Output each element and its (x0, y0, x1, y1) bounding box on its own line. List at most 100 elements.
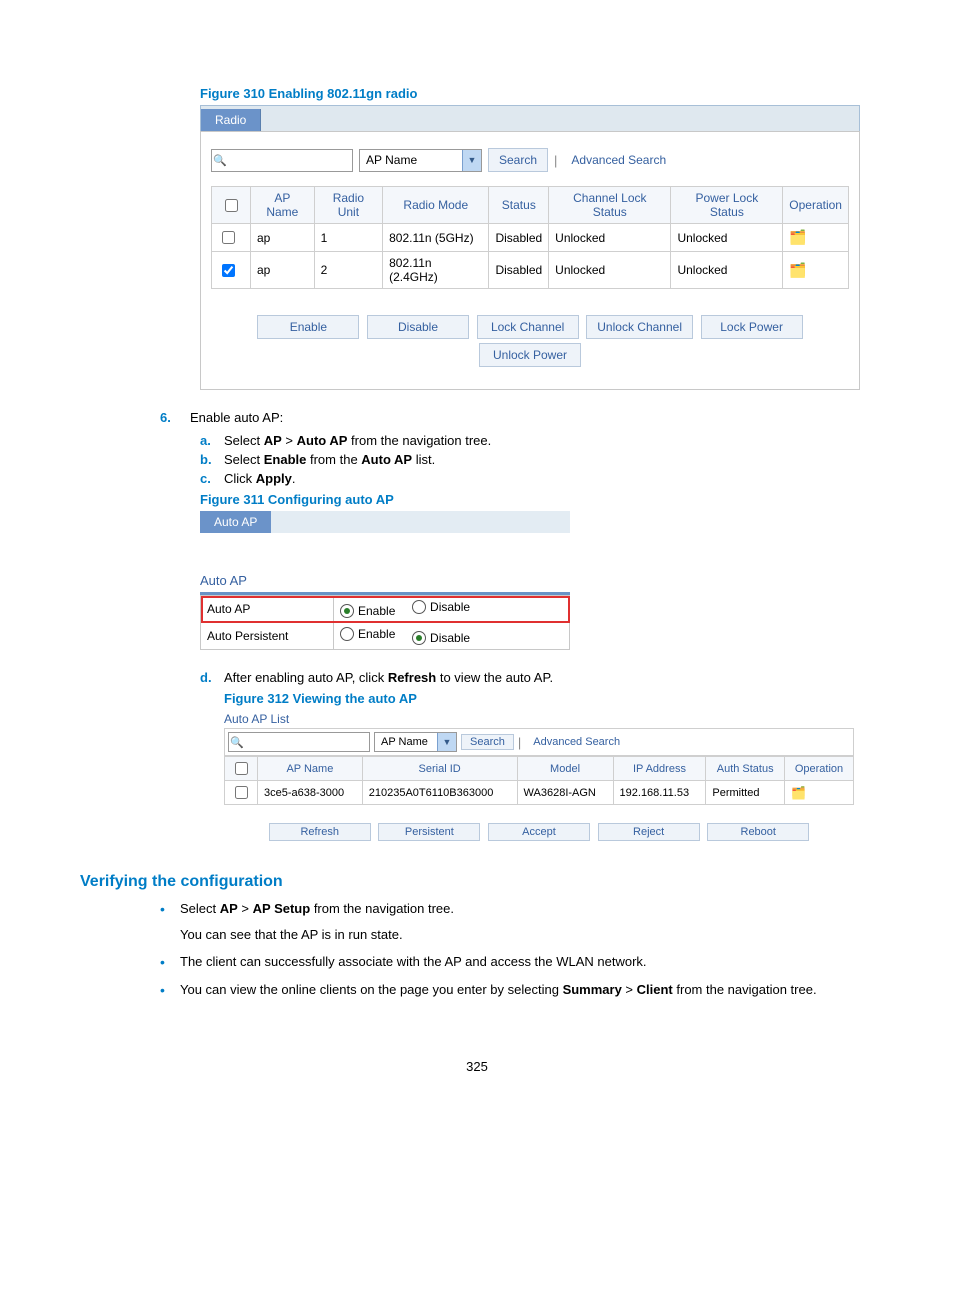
table-row: ap 2 802.11n (2.4GHz) Disabled Unlocked … (212, 252, 849, 289)
reject-button[interactable]: Reject (598, 823, 700, 841)
verify-bullet: The client can successfully associate wi… (160, 952, 874, 972)
search-input[interactable]: 🔍 (228, 732, 370, 752)
step-number: 6. (160, 410, 190, 425)
th-model: Model (517, 757, 613, 781)
auto-persistent-disable-radio[interactable]: Disable (412, 631, 470, 645)
accept-button[interactable]: Accept (488, 823, 590, 841)
table-row: ap 1 802.11n (5GHz) Disabled Unlocked Un… (212, 224, 849, 252)
auto-ap-table: Auto AP Enable Disable Auto Persistent E… (200, 595, 570, 650)
verify-bullet: You can view the online clients on the p… (160, 980, 874, 1000)
separator: | (518, 735, 521, 750)
lock-channel-button[interactable]: Lock Channel (477, 315, 579, 339)
tab-radio[interactable]: Radio (201, 109, 261, 131)
cell-channellock: Unlocked (549, 224, 671, 252)
th-operation: Operation (783, 187, 849, 224)
th-radio-mode: Radio Mode (383, 187, 489, 224)
substep-label: b. (200, 452, 224, 467)
apname-select[interactable]: AP Name ▼ (374, 732, 457, 752)
radio-label: Disable (430, 631, 470, 645)
row-checkbox[interactable] (222, 231, 235, 244)
ap-list-table: AP Name Serial ID Model IP Address Auth … (224, 756, 854, 805)
chevron-down-icon: ▼ (462, 150, 481, 171)
step-title: Enable auto AP: (190, 410, 283, 425)
refresh-button[interactable]: Refresh (269, 823, 371, 841)
figure-312-caption: Figure 312 Viewing the auto AP (224, 691, 874, 706)
verify-bullet: Select AP > AP Setup from the navigation… (160, 899, 874, 944)
figure-311-tabbar: Auto AP (200, 511, 570, 533)
th-channel-lock: Channel Lock Status (549, 187, 671, 224)
substep-label: c. (200, 471, 224, 486)
substep-label: d. (200, 670, 224, 685)
reboot-button[interactable]: Reboot (707, 823, 809, 841)
disable-button[interactable]: Disable (367, 315, 469, 339)
figure-310-caption: Figure 310 Enabling 802.11gn radio (200, 86, 874, 101)
unlock-channel-button[interactable]: Unlock Channel (586, 315, 693, 339)
row-checkbox[interactable] (235, 786, 248, 799)
edit-icon[interactable]: 🗂️ (789, 229, 806, 245)
cell-serialid: 210235A0T6110B363000 (362, 781, 517, 805)
search-input[interactable]: 🔍 (211, 149, 353, 172)
cell-model: WA3628I-AGN (517, 781, 613, 805)
auto-ap-section-title: Auto AP (200, 573, 570, 588)
cell-status: Disabled (489, 224, 549, 252)
cell-radiomode: 802.11n (2.4GHz) (383, 252, 489, 289)
substep-text: Select AP > Auto AP from the navigation … (224, 433, 491, 448)
apname-select-label: AP Name (360, 153, 462, 167)
enable-button[interactable]: Enable (257, 315, 359, 339)
auto-ap-disable-radio[interactable]: Disable (412, 600, 470, 614)
cell-radiomode: 802.11n (5GHz) (383, 224, 489, 252)
th-ipaddress: IP Address (613, 757, 706, 781)
lock-power-button[interactable]: Lock Power (701, 315, 803, 339)
substep-text: After enabling auto AP, click Refresh to… (224, 670, 553, 685)
persistent-button[interactable]: Persistent (378, 823, 480, 841)
cell-apname: ap (251, 224, 315, 252)
cell-apname: 3ce5-a638-3000 (258, 781, 363, 805)
cell-radiounit: 2 (314, 252, 382, 289)
cell-ipaddress: 192.168.11.53 (613, 781, 706, 805)
th-ap-name: AP Name (251, 187, 315, 224)
search-button[interactable]: Search (461, 734, 514, 750)
page-number: 325 (80, 1059, 874, 1074)
th-authstatus: Auth Status (706, 757, 785, 781)
substep-text: Select Enable from the Auto AP list. (224, 452, 435, 467)
th-serialid: Serial ID (362, 757, 517, 781)
tab-auto-ap[interactable]: Auto AP (200, 511, 271, 533)
substep-text: Click Apply. (224, 471, 296, 486)
radio-label: Disable (430, 600, 470, 614)
cell-powerlock: Unlocked (671, 252, 783, 289)
auto-persistent-enable-radio[interactable]: Enable (340, 627, 395, 641)
th-radio-unit: Radio Unit (314, 187, 382, 224)
search-icon: 🔍 (229, 736, 245, 749)
figure-311-caption: Figure 311 Configuring auto AP (200, 492, 874, 507)
auto-ap-enable-radio[interactable]: Enable (340, 604, 395, 618)
figure-310-panel: 🔍 AP Name ▼ Search | Advanced Search AP … (200, 131, 860, 390)
verify-heading: Verifying the configuration (80, 873, 874, 891)
edit-icon[interactable]: 🗂️ (791, 786, 806, 800)
th-power-lock: Power Lock Status (671, 187, 783, 224)
cell-authstatus: Permitted (706, 781, 785, 805)
search-button[interactable]: Search (488, 148, 548, 172)
cell-apname: ap (251, 252, 315, 289)
advanced-search-link[interactable]: Advanced Search (525, 736, 620, 748)
edit-icon[interactable]: 🗂️ (789, 262, 806, 278)
radio-label: Enable (358, 627, 395, 641)
th-apname: AP Name (258, 757, 363, 781)
search-icon: 🔍 (212, 154, 228, 167)
verify-bullet-line2: You can see that the AP is in run state. (180, 925, 874, 945)
select-all-checkbox[interactable] (225, 199, 238, 212)
apname-select[interactable]: AP Name ▼ (359, 149, 482, 172)
cell-powerlock: Unlocked (671, 224, 783, 252)
cell-radiounit: 1 (314, 224, 382, 252)
th-operation: Operation (784, 757, 853, 781)
row-checkbox[interactable] (222, 264, 235, 277)
auto-persistent-label: Auto Persistent (201, 623, 334, 650)
figure-310-tabbar: Radio (200, 105, 860, 131)
th-status: Status (489, 187, 549, 224)
auto-ap-label: Auto AP (201, 596, 334, 623)
unlock-power-button[interactable]: Unlock Power (479, 343, 581, 367)
table-row: 3ce5-a638-3000 210235A0T6110B363000 WA36… (225, 781, 854, 805)
chevron-down-icon: ▼ (437, 733, 456, 751)
select-all-checkbox[interactable] (235, 762, 248, 775)
apname-select-label: AP Name (375, 736, 437, 748)
advanced-search-link[interactable]: Advanced Search (563, 153, 666, 167)
